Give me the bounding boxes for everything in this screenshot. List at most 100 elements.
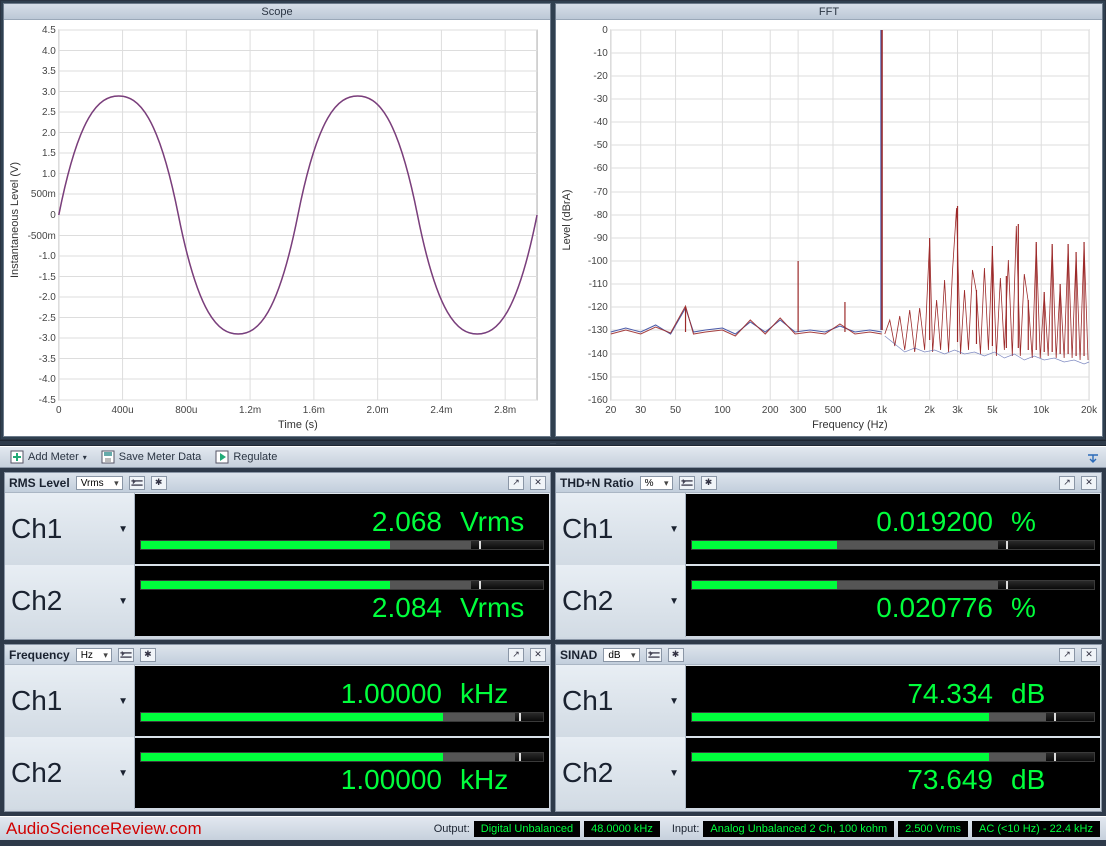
- svg-text:0: 0: [602, 25, 608, 36]
- thdn-ch1-label[interactable]: Ch1▼: [556, 493, 686, 565]
- svg-text:-70: -70: [593, 187, 608, 198]
- svg-text:3.0: 3.0: [42, 87, 56, 98]
- settings-icon[interactable]: [129, 476, 145, 490]
- sinad-ch2-label[interactable]: Ch2▼: [556, 737, 686, 809]
- gear-icon[interactable]: ✱: [701, 476, 717, 490]
- popout-icon[interactable]: ↗: [1059, 648, 1075, 662]
- gear-icon[interactable]: ✱: [151, 476, 167, 490]
- svg-text:-1.5: -1.5: [39, 272, 57, 283]
- svg-text:-80: -80: [593, 210, 608, 221]
- svg-text:500: 500: [825, 405, 842, 416]
- chevron-down-icon: ▼: [118, 768, 128, 779]
- svg-text:-500m: -500m: [28, 231, 56, 242]
- svg-text:100: 100: [714, 405, 731, 416]
- scope-panel: Scope Pioneer VSX-LX303 S/PDIF In/Zone 2…: [3, 3, 551, 437]
- svg-text:300: 300: [790, 405, 807, 416]
- save-meter-button[interactable]: Save Meter Data: [97, 449, 206, 465]
- svg-text:-10: -10: [593, 48, 608, 59]
- plus-icon: [10, 450, 24, 464]
- freq-ch1-readout: 1.00000kHz: [135, 666, 549, 736]
- svg-text:-40: -40: [593, 117, 608, 128]
- close-icon[interactable]: ✕: [1081, 476, 1097, 490]
- thdn-ch2-label[interactable]: Ch2▼: [556, 565, 686, 637]
- fft-title: FFT: [556, 4, 1102, 20]
- freq-ch2-label[interactable]: Ch2▼: [5, 737, 135, 809]
- play-icon: [215, 450, 229, 464]
- svg-text:-2.5: -2.5: [39, 313, 57, 324]
- chevron-down-icon: ▼: [118, 596, 128, 607]
- save-icon: [101, 450, 115, 464]
- output-rate-pill[interactable]: 48.0000 kHz: [584, 821, 660, 837]
- meter-freq-title: Frequency: [9, 648, 70, 662]
- input-mode-pill[interactable]: Analog Unbalanced 2 Ch, 100 kohm: [703, 821, 894, 837]
- svg-text:-100: -100: [588, 256, 608, 267]
- svg-text:-110: -110: [589, 279, 609, 290]
- meter-thdn-unit-select[interactable]: %: [640, 476, 673, 490]
- save-meter-label: Save Meter Data: [119, 451, 202, 463]
- svg-text:-3.5: -3.5: [39, 354, 57, 365]
- meters-grid: RMS Level Vrms ✱ ↗ ✕ Ch1▼ 2.068Vrms Ch2▼: [0, 468, 1106, 816]
- svg-text:5k: 5k: [987, 405, 998, 416]
- close-icon[interactable]: ✕: [530, 648, 546, 662]
- rms-ch2-label[interactable]: Ch2▼: [5, 565, 135, 637]
- svg-text:-1.0: -1.0: [39, 251, 57, 262]
- sinad-ch1-label[interactable]: Ch1▼: [556, 665, 686, 737]
- close-icon[interactable]: ✕: [530, 476, 546, 490]
- popout-icon[interactable]: ↗: [1059, 476, 1075, 490]
- fft-chart[interactable]: 0-10-20 -30-40-50 -60-70-80 -90-100-110 …: [556, 20, 1102, 436]
- freq-ch1-label[interactable]: Ch1▼: [5, 665, 135, 737]
- scope-xlabel: Time (s): [278, 419, 318, 431]
- svg-text:0: 0: [56, 405, 62, 416]
- meter-rms-unit-select[interactable]: Vrms: [76, 476, 123, 490]
- svg-text:10k: 10k: [1033, 405, 1049, 416]
- output-mode-pill[interactable]: Digital Unbalanced: [474, 821, 580, 837]
- add-meter-button[interactable]: Add Meter ▾: [6, 449, 91, 465]
- svg-text:3k: 3k: [952, 405, 963, 416]
- scope-ylabel: Instantaneous Level (V): [9, 162, 21, 278]
- svg-text:-50: -50: [593, 140, 608, 151]
- close-icon[interactable]: ✕: [1081, 648, 1097, 662]
- output-label: Output:: [434, 823, 470, 835]
- scope-chart[interactable]: Pioneer VSX-LX303 S/PDIF In/Zone 2 Out: [4, 20, 550, 436]
- svg-text:500m: 500m: [31, 189, 56, 200]
- settings-icon[interactable]: [679, 476, 695, 490]
- svg-text:400u: 400u: [111, 405, 133, 416]
- svg-text:-20: -20: [593, 71, 608, 82]
- gear-icon[interactable]: ✱: [668, 648, 684, 662]
- svg-text:3.5: 3.5: [42, 66, 56, 77]
- svg-text:-2.0: -2.0: [39, 292, 57, 303]
- svg-text:2.4m: 2.4m: [430, 405, 452, 416]
- input-bw-pill[interactable]: AC (<10 Hz) - 22.4 kHz: [972, 821, 1100, 837]
- input-level-pill[interactable]: 2.500 Vrms: [898, 821, 968, 837]
- meter-thdn: THD+N Ratio % ✱ ↗ ✕ Ch1▼ 0.019200% Ch2▼: [555, 472, 1102, 640]
- freq-ch2-readout: 1.00000kHz: [135, 738, 549, 808]
- fft-ylabel: Level (dBrA): [561, 189, 573, 250]
- meter-sinad: SINAD dB ✱ ↗ ✕ Ch1▼ 74.334dB Ch2▼: [555, 644, 1102, 812]
- svg-text:200: 200: [762, 405, 779, 416]
- svg-text:-3.0: -3.0: [39, 333, 57, 344]
- meter-freq-unit-select[interactable]: Hz: [76, 648, 112, 662]
- thdn-ch2-readout: 0.020776%: [686, 566, 1100, 636]
- popout-icon[interactable]: ↗: [508, 476, 524, 490]
- svg-text:50: 50: [670, 405, 682, 416]
- collapse-icon[interactable]: [1086, 450, 1100, 464]
- svg-text:4.5: 4.5: [42, 25, 56, 36]
- svg-text:20k: 20k: [1081, 405, 1097, 416]
- svg-text:-4.5: -4.5: [39, 395, 57, 406]
- add-meter-label: Add Meter: [28, 451, 79, 463]
- rms-ch1-readout: 2.068Vrms: [135, 494, 549, 564]
- regulate-button[interactable]: Regulate: [211, 449, 281, 465]
- svg-text:-60: -60: [593, 163, 608, 174]
- svg-text:-90: -90: [593, 233, 608, 244]
- gear-icon[interactable]: ✱: [140, 648, 156, 662]
- rms-ch1-label[interactable]: Ch1▼: [5, 493, 135, 565]
- settings-icon[interactable]: [118, 648, 134, 662]
- meter-sinad-unit-select[interactable]: dB: [603, 648, 639, 662]
- fft-xlabel: Frequency (Hz): [812, 419, 887, 431]
- fft-panel: FFT: [555, 3, 1103, 437]
- input-label: Input:: [672, 823, 700, 835]
- meter-sinad-title: SINAD: [560, 648, 597, 662]
- settings-icon[interactable]: [646, 648, 662, 662]
- svg-text:4.0: 4.0: [42, 46, 56, 57]
- popout-icon[interactable]: ↗: [508, 648, 524, 662]
